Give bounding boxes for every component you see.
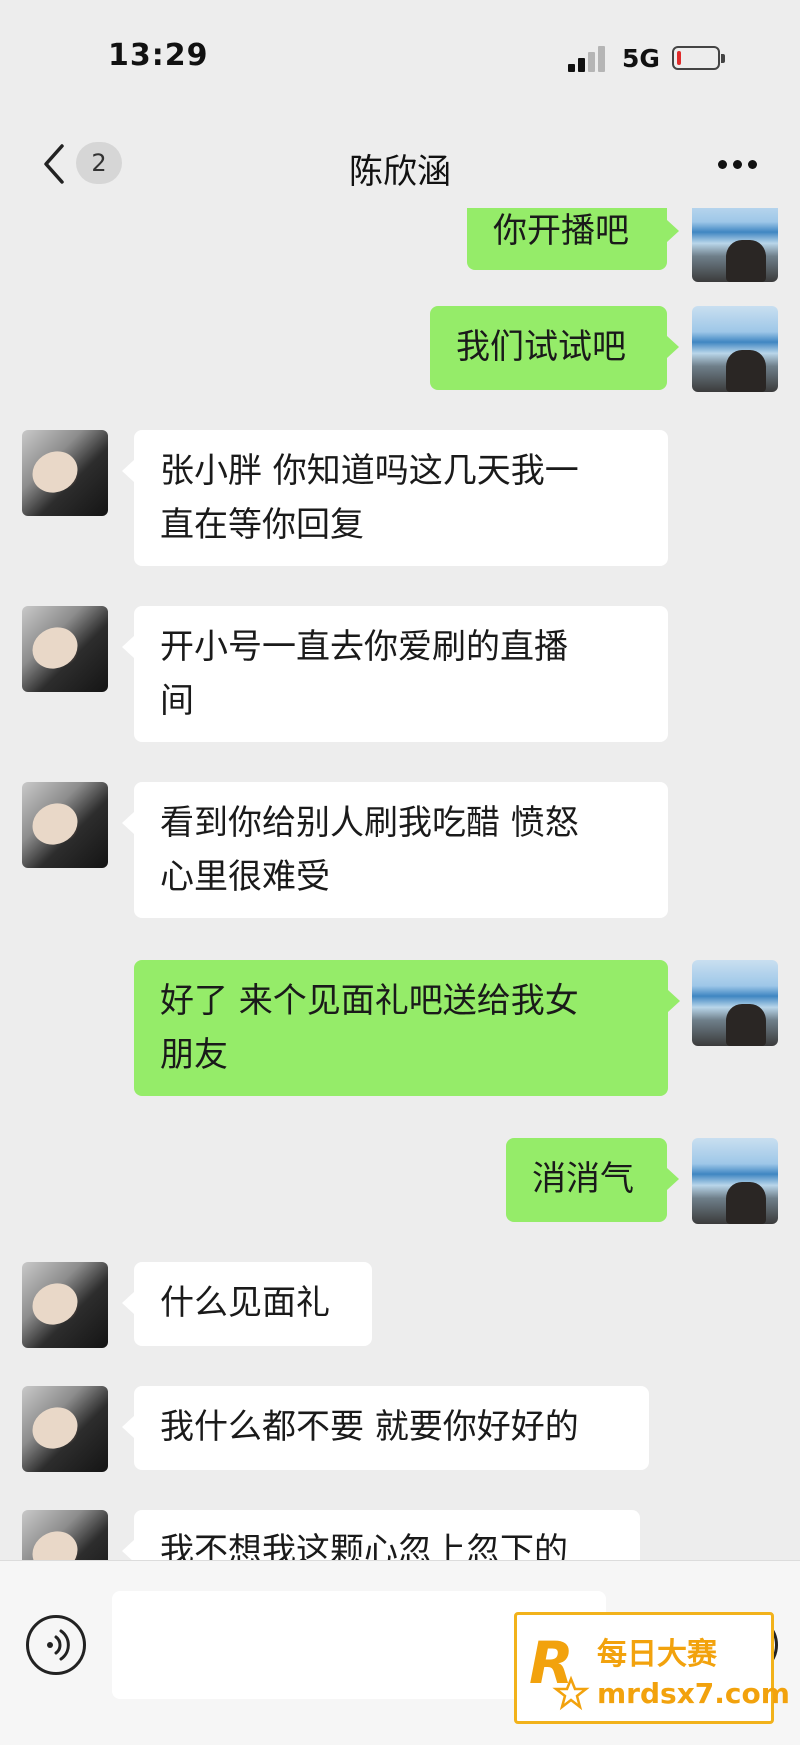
message-bubble[interactable]: 我什么都不要 就要你好好的 [122,1386,649,1470]
avatar[interactable] [22,1262,108,1348]
avatar[interactable] [22,1386,108,1472]
watermark-title: 每日大赛 [597,1637,717,1672]
site-watermark: R 每日大赛 mrdsx7.com [514,1612,790,1724]
nav-bar: 2 陈欣涵 [0,110,800,218]
avatar[interactable] [22,606,108,692]
status-time: 13:29 [108,38,209,73]
avatar[interactable] [22,782,108,868]
voice-wave-icon[interactable] [26,1615,86,1675]
message-bubble[interactable]: 张小胖 你知道吗这几天我一 直在等你回复 [122,430,668,566]
avatar[interactable] [692,1138,778,1224]
message-bubble[interactable]: 开小号一直去你爱刷的直播 间 [122,606,668,742]
status-bar: 13:29 5G [0,0,800,110]
avatar[interactable] [692,960,778,1046]
battery-level [677,51,681,65]
avatar[interactable] [692,306,778,392]
watermark-logo-icon: R [527,1627,591,1713]
avatar[interactable] [692,208,778,282]
message-bubble[interactable]: 消消气 [506,1138,679,1222]
message-list[interactable]: 你开播吧 我们试试吧 张小胖 你知道吗这几天我一 直在等你回复 开小号一直去你爱… [0,208,800,1560]
message-bubble[interactable]: 好了 来个见面礼吧送给我女 朋友 [134,960,680,1096]
watermark-url: mrdsx7.com [597,1677,790,1710]
avatar[interactable] [22,1510,108,1560]
message-bubble[interactable]: 我们试试吧 [430,306,679,390]
more-dots-icon[interactable] [718,160,762,170]
message-bubble[interactable]: 看到你给别人刷我吃醋 愤怒 心里很难受 [122,782,668,918]
avatar[interactable] [22,430,108,516]
chat-title: 陈欣涵 [349,152,451,192]
message-bubble[interactable]: 你开播吧 [467,208,679,270]
message-bubble[interactable]: 什么见面礼 [122,1262,372,1346]
battery-icon [672,46,725,70]
message-bubble[interactable]: 我不想我这颗心忽上忽下的 [122,1510,640,1560]
network-type: 5G [622,44,660,73]
signal-icon [568,42,612,72]
